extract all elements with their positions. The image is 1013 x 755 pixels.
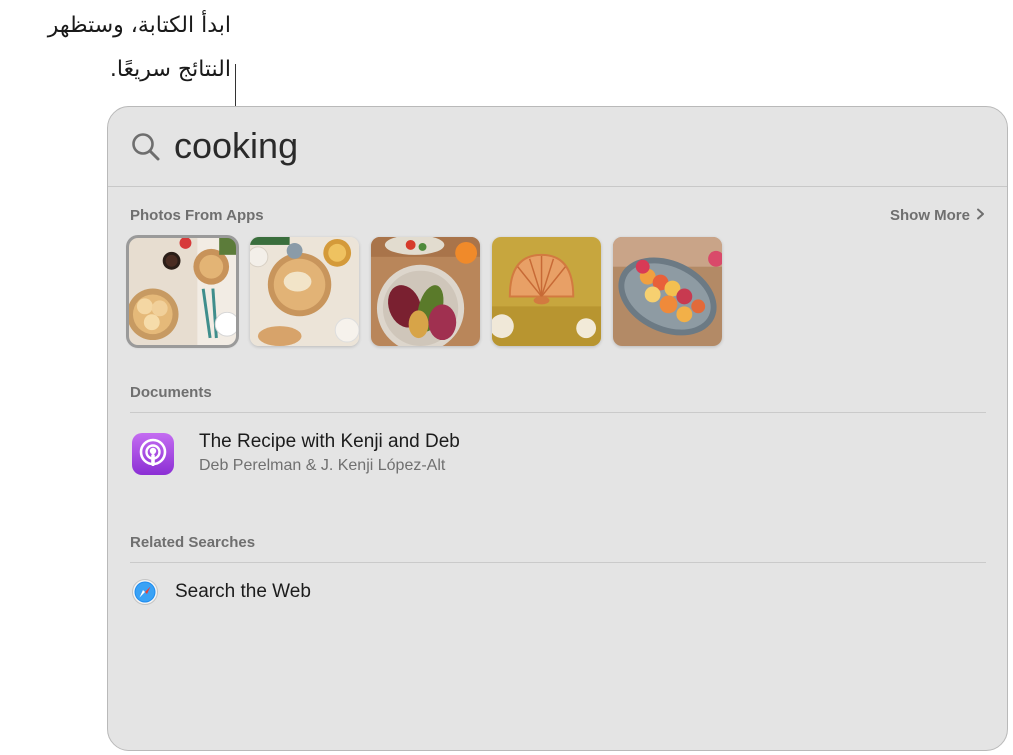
- callout-line-1: ابدأ الكتابة، وستظهر: [47, 13, 231, 38]
- search-the-web-item[interactable]: Search the Web: [130, 579, 986, 607]
- photo-thumbnail-citrus-platter[interactable]: [613, 237, 722, 346]
- document-result-item[interactable]: The Recipe with Kenji and Deb Deb Perelm…: [130, 431, 986, 479]
- photo-thumbnail-steamer-basket[interactable]: [250, 237, 359, 346]
- search-bar: [108, 107, 1007, 187]
- magnifying-glass-icon: [130, 131, 162, 163]
- documents-section-header: Documents: [130, 384, 212, 401]
- safari-compass-icon: [132, 579, 158, 605]
- callout-annotation: ابدأ الكتابة، وستظهر النتائج سريعًا.: [0, 4, 231, 92]
- photo-thumbnail-dim-sum[interactable]: [126, 235, 239, 348]
- photo-thumbnail-grilled-vegetables[interactable]: [371, 237, 480, 346]
- search-the-web-label: Search the Web: [175, 581, 311, 602]
- documents-divider: [130, 412, 986, 413]
- screenshot-canvas: ابدأ الكتابة، وستظهر النتائج سريعًا. Pho…: [0, 0, 1013, 755]
- callout-line-2: النتائج سريعًا.: [109, 57, 231, 82]
- podcasts-icon: [132, 433, 174, 475]
- document-result-subtitle: Deb Perelman & J. Kenji López-Alt: [199, 457, 446, 474]
- document-result-title: The Recipe with Kenji and Deb: [199, 431, 460, 452]
- related-searches-section-header: Related Searches: [130, 534, 256, 551]
- spotlight-window: Photos From Apps Show More: [107, 106, 1008, 751]
- show-more-button[interactable]: Show More: [890, 207, 985, 224]
- chevron-right-icon: [976, 207, 985, 224]
- search-input[interactable]: [174, 123, 934, 169]
- photos-section-header: Photos From Apps: [130, 207, 264, 224]
- related-searches-divider: [130, 562, 986, 563]
- show-more-label: Show More: [889, 207, 970, 224]
- photo-thumbnail-shell-dish[interactable]: [492, 237, 601, 346]
